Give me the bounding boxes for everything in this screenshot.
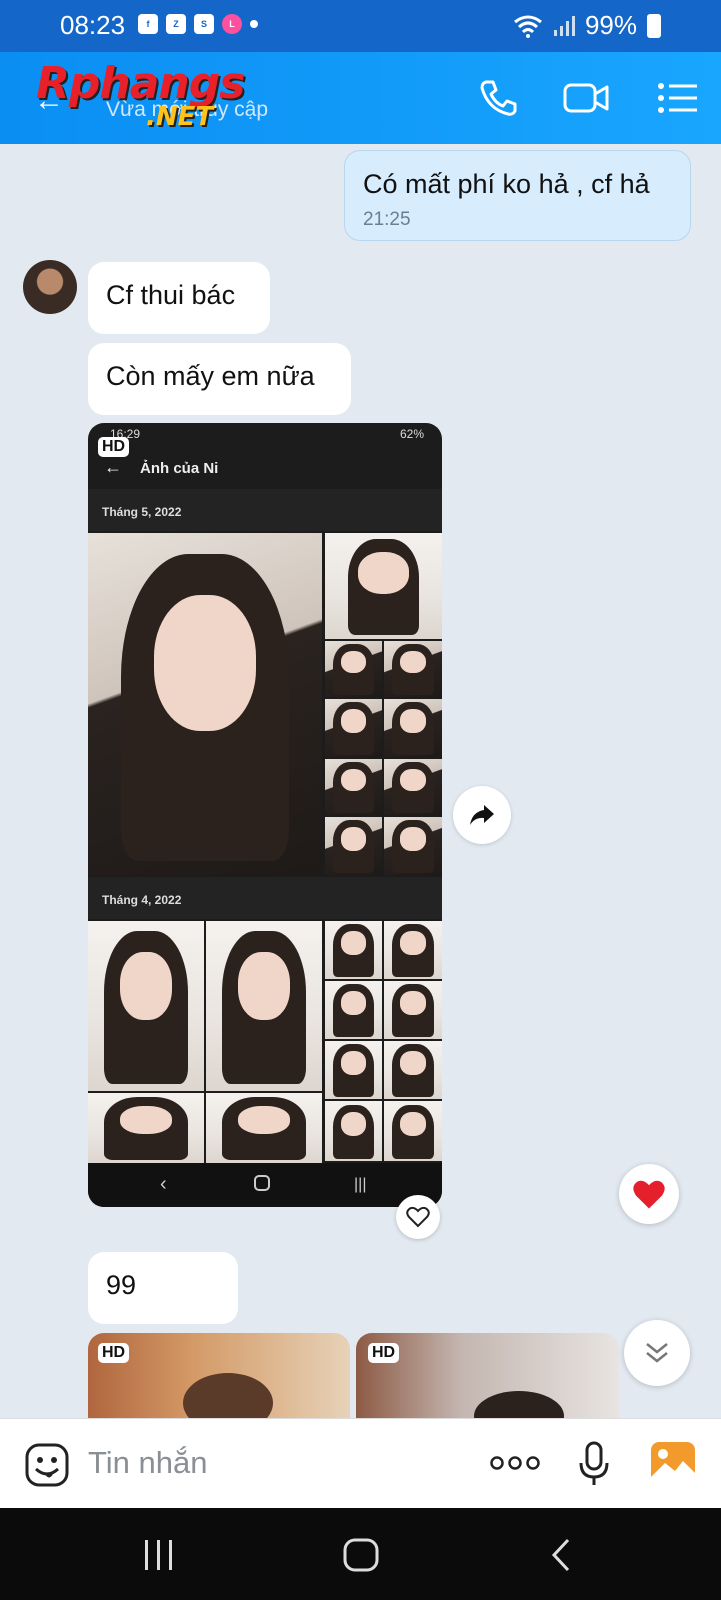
gallery-photo bbox=[384, 817, 442, 875]
facebook-icon: f bbox=[138, 14, 158, 34]
image-thumbnail[interactable]: HD bbox=[88, 1333, 350, 1418]
gallery-photo bbox=[384, 699, 442, 757]
share-button[interactable] bbox=[453, 786, 511, 844]
message-composer bbox=[0, 1418, 721, 1508]
hd-badge: HD bbox=[368, 1343, 400, 1363]
incoming-message[interactable]: Còn mấy em nữa bbox=[88, 343, 351, 415]
react-button[interactable] bbox=[396, 1195, 440, 1239]
message-time: 21:25 bbox=[363, 209, 411, 230]
month-label: Tháng 5, 2022 bbox=[102, 505, 182, 519]
outgoing-message[interactable]: Có mất phí ko hả , cf hả 21:25 bbox=[344, 150, 691, 241]
gallery-photo bbox=[384, 759, 442, 815]
microphone-icon[interactable] bbox=[578, 1441, 610, 1487]
battery-icon bbox=[647, 13, 661, 38]
gallery-photo bbox=[325, 699, 382, 757]
battery-percent: 99% bbox=[584, 10, 637, 40]
status-right: 99% bbox=[513, 10, 661, 41]
forward-arrow-icon bbox=[470, 805, 494, 825]
gallery-photo bbox=[88, 1093, 204, 1163]
gallery-photo bbox=[325, 817, 382, 875]
more-notifications-dot bbox=[250, 20, 258, 28]
gallery-photo bbox=[325, 981, 382, 1039]
more-options-icon[interactable] bbox=[490, 1453, 540, 1473]
watermark-logo: Rphangs .NET bbox=[36, 58, 266, 136]
gallery-image-icon[interactable] bbox=[650, 1441, 696, 1485]
home-nav-icon bbox=[254, 1175, 270, 1191]
embedded-battery: 62% bbox=[399, 427, 424, 441]
embedded-nav-bar: ‹ ||| bbox=[88, 1163, 442, 1207]
gallery-photo bbox=[384, 641, 442, 697]
back-button[interactable] bbox=[550, 1538, 572, 1572]
message-text: Có mất phí ko hả , cf hả bbox=[363, 169, 650, 199]
lazada-icon: L bbox=[222, 14, 242, 34]
image-message[interactable]: 16:29 62% HD ← Ảnh của Ni Tháng 5, 2022 T… bbox=[88, 423, 442, 1207]
status-time: 08:23 bbox=[60, 10, 126, 40]
zalo-icon: Z bbox=[166, 14, 186, 34]
embedded-status-bar: 16:29 62% bbox=[88, 423, 442, 445]
menu-list-icon[interactable] bbox=[656, 76, 700, 120]
message-text: Còn mấy em nữa bbox=[106, 361, 315, 391]
back-arrow-icon: ← bbox=[104, 457, 122, 477]
system-nav-bar bbox=[0, 1508, 721, 1600]
gallery-photo bbox=[325, 641, 382, 697]
image-thumbnail[interactable]: HD bbox=[356, 1333, 619, 1418]
back-nav-icon: ‹ bbox=[160, 1173, 167, 1195]
signal-icon bbox=[553, 15, 575, 36]
gallery-photo bbox=[325, 759, 382, 815]
gallery-photo bbox=[384, 1041, 442, 1099]
scroll-to-bottom-button[interactable] bbox=[624, 1320, 690, 1386]
recents-button[interactable] bbox=[143, 1538, 175, 1572]
logo-text: Rphangs bbox=[36, 58, 245, 109]
heart-icon bbox=[633, 1180, 665, 1209]
gallery-photo bbox=[384, 921, 442, 979]
sticker-icon[interactable] bbox=[25, 1443, 69, 1487]
gallery-photo bbox=[325, 921, 382, 979]
hd-badge: HD bbox=[98, 437, 130, 457]
month-label: Tháng 4, 2022 bbox=[102, 893, 182, 907]
heart-outline-icon bbox=[406, 1206, 430, 1228]
gallery-photo bbox=[88, 533, 322, 875]
gallery-photo bbox=[384, 981, 442, 1039]
status-bar: 08:23 f Z S L 99% bbox=[0, 0, 721, 52]
chat-header: ← Vừa mới truy cập Rphangs .NET bbox=[0, 52, 721, 144]
wifi-icon bbox=[514, 15, 542, 38]
gallery-photo bbox=[325, 1101, 382, 1161]
gallery-photo bbox=[384, 1101, 442, 1161]
message-text: 99 bbox=[106, 1270, 137, 1300]
gallery-photo bbox=[206, 921, 322, 1091]
gallery-title: ← Ảnh của Ni bbox=[104, 457, 218, 478]
incoming-message[interactable]: Cf thui bác bbox=[88, 262, 270, 334]
video-call-icon[interactable] bbox=[562, 76, 610, 120]
message-input[interactable] bbox=[88, 1443, 458, 1483]
message-text: Cf thui bác bbox=[106, 280, 236, 310]
quick-heart-button[interactable] bbox=[619, 1164, 679, 1224]
hd-badge: HD bbox=[98, 1343, 130, 1363]
gallery-photo bbox=[206, 1093, 322, 1163]
avatar[interactable] bbox=[23, 260, 77, 314]
logo-domain: .NET bbox=[146, 102, 214, 132]
phone-call-icon[interactable] bbox=[476, 76, 520, 120]
notification-icons: f Z S L bbox=[138, 14, 258, 34]
recents-nav-icon: ||| bbox=[354, 1176, 367, 1193]
incoming-message[interactable]: 99 bbox=[88, 1252, 238, 1324]
gallery-title-text: Ảnh của Ni bbox=[140, 460, 219, 477]
gallery-photo bbox=[325, 533, 442, 639]
shopee-icon: S bbox=[194, 14, 214, 34]
gallery-photo bbox=[325, 1041, 382, 1099]
gallery-photo bbox=[88, 921, 204, 1091]
home-button[interactable] bbox=[343, 1538, 379, 1572]
double-chevron-down-icon bbox=[646, 1343, 668, 1363]
